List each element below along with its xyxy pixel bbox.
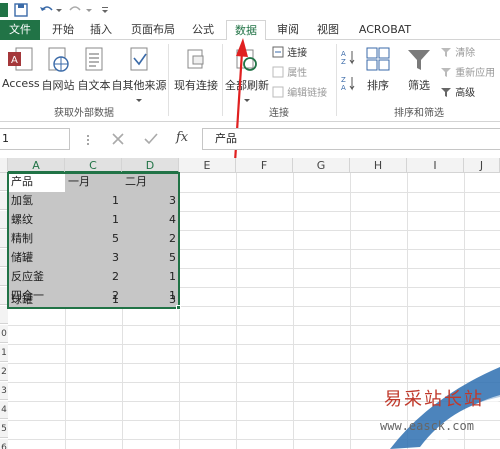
from-text-button[interactable]: 自文本 — [76, 44, 112, 102]
svg-text:Z: Z — [341, 58, 346, 66]
from-access-button[interactable]: A Access — [2, 44, 40, 102]
enter-icon[interactable] — [144, 133, 158, 145]
undo-icon[interactable] — [38, 2, 54, 18]
text-file-icon — [85, 47, 103, 71]
clear-filter-button[interactable]: 清除 — [440, 46, 475, 62]
tab-home[interactable]: 开始 — [46, 20, 80, 40]
tab-page-layout[interactable]: 页面布局 — [124, 20, 182, 40]
group-label-sort-filter: 排序和筛选 — [394, 108, 444, 119]
tab-acrobat[interactable]: ACROBAT — [350, 20, 420, 40]
column-header-g[interactable]: G — [293, 158, 350, 173]
row-header[interactable]: 3 — [0, 382, 8, 400]
chevron-down-icon — [136, 99, 142, 102]
connections-label: 连接 — [287, 48, 308, 59]
from-web-label: 自网站 — [41, 79, 75, 92]
properties-icon — [272, 66, 284, 78]
sort-az-button[interactable]: AZ — [340, 48, 356, 66]
column-header-i[interactable]: I — [407, 158, 464, 173]
other-sources-icon — [130, 47, 148, 71]
reapply-button[interactable]: 重新应用 — [440, 66, 495, 82]
sort-az-icon: AZ — [341, 50, 355, 66]
insert-function-button[interactable]: fx — [176, 130, 188, 145]
tab-file[interactable]: 文件 — [0, 20, 40, 40]
tab-review[interactable]: 审阅 — [270, 20, 306, 40]
column-header-e[interactable]: E — [179, 158, 236, 173]
from-other-sources-label: 自其他来源 — [111, 79, 167, 92]
redo-icon[interactable] — [68, 2, 84, 18]
customize-qat-icon[interactable] — [100, 2, 110, 18]
connections-icon — [272, 46, 284, 58]
cancel-icon[interactable] — [112, 133, 124, 145]
tab-view[interactable]: 视图 — [310, 20, 346, 40]
from-text-label: 自文本 — [77, 79, 111, 92]
svg-text:A: A — [341, 84, 346, 92]
filter-button[interactable]: 筛选 — [402, 44, 436, 102]
svg-text:Z: Z — [341, 76, 346, 84]
name-box[interactable]: 1 — [0, 128, 70, 150]
existing-connections-button[interactable]: 现有连接 — [170, 44, 222, 102]
selection-border — [7, 172, 180, 309]
redo-dropdown-icon[interactable] — [86, 2, 92, 18]
undo-dropdown-icon[interactable] — [56, 2, 62, 18]
clear-filter-label: 清除 — [455, 48, 476, 59]
sort-button[interactable]: 排序 — [362, 44, 394, 102]
fill-handle[interactable] — [176, 305, 181, 310]
sort-dialog-icon — [366, 47, 390, 71]
existing-connections-label: 现有连接 — [174, 79, 218, 92]
select-all-corner[interactable] — [0, 158, 8, 173]
row-header[interactable]: 5 — [0, 420, 8, 438]
tab-insert[interactable]: 插入 — [84, 20, 118, 40]
properties-button[interactable]: 属性 — [272, 66, 307, 82]
column-header-d[interactable]: D — [122, 158, 179, 173]
formula-bar: 1 fx 产品 — [0, 128, 500, 150]
connections-button[interactable]: 连接 — [272, 46, 307, 62]
edit-links-button[interactable]: 编辑链接 — [272, 86, 327, 102]
sort-za-button[interactable]: ZA — [340, 74, 356, 92]
reapply-icon — [441, 68, 451, 77]
save-icon[interactable] — [14, 2, 28, 18]
row-header[interactable]: 1 — [0, 344, 8, 362]
column-header-c[interactable]: C — [65, 158, 122, 173]
tab-formulas[interactable]: 公式 — [186, 20, 220, 40]
more-dots-icon — [87, 135, 89, 145]
edit-links-icon — [272, 86, 284, 98]
svg-text:A: A — [11, 55, 18, 66]
group-label-get-external: 获取外部数据 — [54, 108, 114, 119]
reapply-label: 重新应用 — [455, 68, 496, 79]
edit-links-label: 编辑链接 — [287, 88, 328, 99]
watermark: 易采站长站 www.easck.com — [350, 367, 500, 449]
column-header-j[interactable]: J — [464, 158, 500, 173]
svg-text:A: A — [341, 50, 346, 58]
column-header-h[interactable]: H — [350, 158, 407, 173]
formula-buttons: fx — [76, 128, 200, 150]
quick-access-toolbar — [0, 0, 500, 20]
from-access-label: Access — [2, 77, 40, 90]
row-header[interactable]: 4 — [0, 401, 8, 419]
clear-filter-icon — [441, 48, 451, 57]
globe-icon — [48, 47, 69, 72]
row-header[interactable]: 2 — [0, 363, 8, 381]
sort-label: 排序 — [367, 79, 389, 92]
advanced-filter-icon — [441, 88, 451, 97]
excel-icon — [0, 3, 8, 17]
access-icon: A — [8, 47, 33, 71]
watermark-title: 易采站长站 — [384, 389, 484, 410]
row-header[interactable]: 6 — [0, 439, 8, 449]
advanced-filter-button[interactable]: 高级 — [440, 86, 475, 102]
row-header[interactable]: 0 — [0, 325, 8, 343]
existing-connections-icon — [187, 49, 204, 69]
from-web-button[interactable]: 自网站 — [40, 44, 76, 102]
column-header-f[interactable]: F — [236, 158, 293, 173]
column-header-a[interactable]: A — [8, 158, 65, 173]
filter-label: 筛选 — [408, 79, 430, 92]
formula-input[interactable]: 产品 — [202, 128, 500, 150]
advanced-filter-label: 高级 — [455, 88, 476, 99]
watermark-url: www.easck.com — [380, 419, 474, 433]
from-other-sources-button[interactable]: 自其他来源 — [110, 44, 168, 102]
funnel-icon — [408, 50, 430, 70]
properties-label: 属性 — [287, 68, 308, 79]
sort-za-icon: ZA — [341, 76, 355, 92]
